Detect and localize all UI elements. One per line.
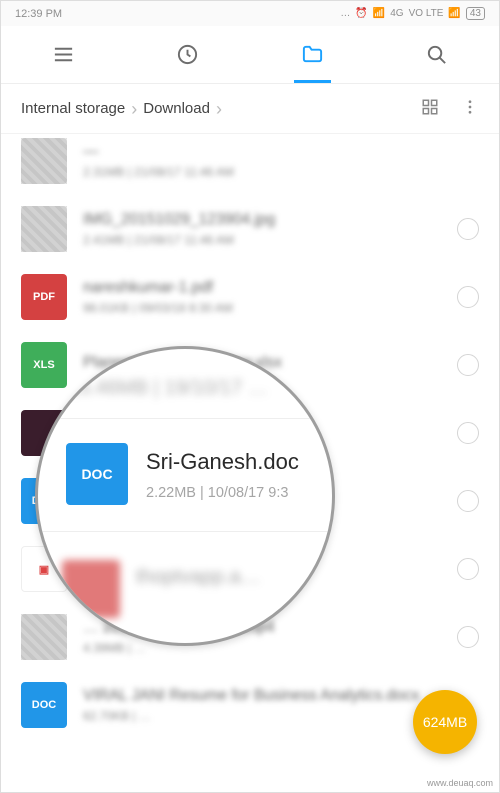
- ghost-meta: 15.46MB | 19/10/17 …: [68, 377, 302, 400]
- location-bar: Internal storage › Download ›: [1, 84, 499, 134]
- image-thumbnail-icon: [21, 206, 67, 252]
- crumb-root[interactable]: Internal storage: [21, 100, 125, 117]
- alarm-icon: ⏰: [355, 8, 367, 19]
- status-time: 12:39 PM: [15, 8, 62, 20]
- list-item[interactable]: IMG_20151029_123904.jpg2.41MB | 21/08/17…: [1, 195, 499, 263]
- top-toolbar: [1, 26, 499, 84]
- list-item[interactable]: PDF nareshkumar-1.pdf98.01KB | 09/03/18 …: [1, 263, 499, 331]
- watermark: www.deuaq.com: [427, 778, 493, 788]
- doc-icon: DOC: [21, 682, 67, 728]
- more-options-button[interactable]: [461, 98, 479, 120]
- fab-label: 624MB: [423, 714, 467, 730]
- select-radio[interactable]: [457, 218, 479, 240]
- select-radio[interactable]: [457, 422, 479, 444]
- menu-button[interactable]: [1, 26, 126, 83]
- view-grid-button[interactable]: [421, 98, 439, 120]
- signal-icon-2: 📶: [448, 8, 460, 19]
- device-frame: 12:39 PM … ⏰ 📶 4G VO LTE 📶 43 Internal s…: [0, 0, 500, 793]
- crumb-folder[interactable]: Download: [143, 100, 210, 117]
- hamburger-icon: [52, 43, 75, 66]
- files-tab[interactable]: [250, 26, 375, 83]
- featured-row: DOC Sri-Ganesh.doc 2.22MB | 10/08/17 9:3: [38, 419, 332, 513]
- search-icon: [425, 43, 448, 66]
- cleanup-fab[interactable]: 624MB: [413, 690, 477, 754]
- select-radio[interactable]: [457, 286, 479, 308]
- pdf-icon: PDF: [21, 274, 67, 320]
- clock-icon: [176, 43, 199, 66]
- folder-icon: [301, 43, 324, 66]
- doc-icon: DOC: [66, 443, 128, 505]
- recents-tab[interactable]: [126, 26, 251, 83]
- list-item[interactable]: —2.31MB | 21/08/17 11:46 AM: [1, 134, 499, 195]
- volte-label: VO LTE: [409, 8, 444, 19]
- app-thumbnail-icon: [62, 560, 120, 618]
- select-radio[interactable]: [457, 558, 479, 580]
- network-type: 4G: [390, 8, 403, 19]
- image-thumbnail-icon: [21, 138, 67, 184]
- image-thumbnail-icon: [21, 614, 67, 660]
- select-radio[interactable]: [457, 354, 479, 376]
- status-right: … ⏰ 📶 4G VO LTE 📶 43: [340, 7, 485, 20]
- breadcrumb[interactable]: Internal storage › Download ›: [21, 100, 421, 117]
- battery-level: 43: [466, 7, 485, 20]
- zoom-callout: 15.46MB | 19/10/17 … DOC Sri-Ganesh.doc …: [35, 346, 335, 646]
- status-bar: 12:39 PM … ⏰ 📶 4G VO LTE 📶 43: [1, 1, 499, 26]
- select-radio[interactable]: [457, 626, 479, 648]
- dots-icon: …: [340, 8, 350, 19]
- grid-icon: [421, 98, 439, 116]
- more-vertical-icon: [461, 98, 479, 116]
- search-button[interactable]: [375, 26, 500, 83]
- signal-icon: 📶: [373, 8, 385, 19]
- select-radio[interactable]: [457, 490, 479, 512]
